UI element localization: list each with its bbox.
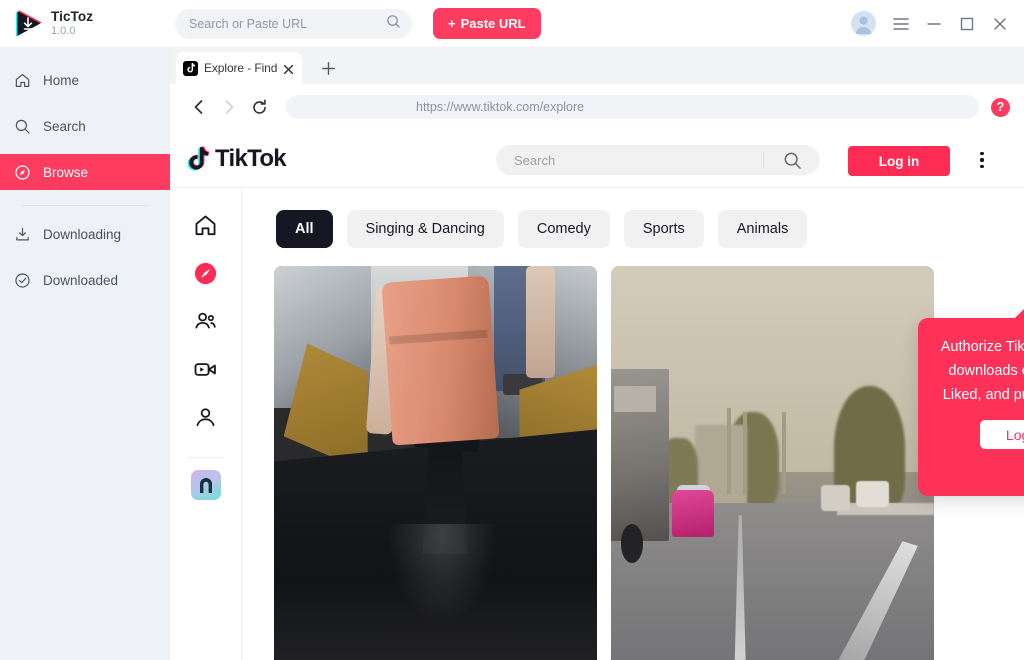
tiktok-note-icon [186,146,210,172]
following-friends-icon[interactable] [189,304,223,338]
search-icon [386,14,401,34]
app-sidebar: Home Search Browse Downloading Downloade… [0,48,170,660]
app-name: TicToz [51,8,94,24]
home-icon [13,71,31,89]
sidebar-item-label: Search [43,118,86,134]
minimize-icon[interactable] [926,16,942,32]
tiktok-main-content: All Singing & Dancing Comedy Sports Anim… [242,188,1024,660]
plus-icon: + [448,16,456,31]
category-chip-singing-dancing[interactable]: Singing & Dancing [346,210,504,248]
authorize-popup: Authorize TikTok to unlock downloads of … [918,309,1024,496]
sidebar-item-label: Downloaded [43,272,119,288]
sidebar-divider [22,205,148,206]
reload-icon[interactable] [244,92,274,122]
video-thumbnail [611,266,934,660]
live-video-icon[interactable] [189,352,223,386]
home-icon[interactable] [189,208,223,242]
category-chip-all[interactable]: All [276,210,333,248]
url-input[interactable]: https://www.tiktok.com/explore [286,95,979,119]
category-chip-sports[interactable]: Sports [623,210,704,248]
maximize-icon[interactable] [959,16,975,32]
user-avatar-icon[interactable] [851,11,876,36]
authorize-popup-login-button[interactable]: Log in [980,420,1024,449]
app-tile-icon[interactable] [190,470,221,500]
browser-tab[interactable]: Explore - Find [176,52,302,84]
video-grid: WorkSkillMasters [242,248,1024,660]
category-chip-comedy[interactable]: Comedy [517,210,610,248]
paste-url-label: Paste URL [460,16,526,31]
authorize-popup-message: Authorize TikTok to unlock downloads of … [940,339,1024,403]
url-text: https://www.tiktok.com/explore [416,100,585,114]
tiktok-left-rail [170,188,242,660]
sidebar-item-browse[interactable]: Browse [0,154,170,190]
app-brand: TicToz 1.0.0 [0,8,170,38]
tiktok-wordmark: TikTok [215,144,287,172]
rail-divider [187,457,224,458]
video-thumbnail: WorkSkillMasters [274,266,597,660]
category-chip-row: All Singing & Dancing Comedy Sports Anim… [242,188,1024,248]
profile-icon[interactable] [189,400,223,434]
sidebar-item-label: Downloading [43,226,122,242]
tiktok-logo[interactable]: TikTok [186,145,486,173]
embedded-browser: Explore - Find https://www.tiktok.com/ex… [170,48,1024,660]
back-arrow-icon[interactable] [184,92,214,122]
search-input-placeholder: Search or Paste URL [189,16,308,31]
tiktok-search-input[interactable]: Search [496,145,820,175]
title-bar: TicToz 1.0.0 Search or Paste URL + Paste… [0,0,1024,48]
window-controls [851,11,1024,36]
video-card[interactable]: WorkSkillMasters [274,266,597,660]
tictoz-download-play-logo-icon [14,10,42,38]
tiktok-search-placeholder: Search [514,152,556,168]
compass-icon [13,163,31,181]
search-icon[interactable] [764,151,820,170]
sidebar-item-label: Browse [43,164,89,180]
tiktok-page: TikTok Search Log in All Singing & Danci… [170,130,1024,660]
explore-compass-icon[interactable] [189,256,223,290]
paste-url-button[interactable]: + Paste URL [433,8,541,39]
close-icon[interactable] [992,16,1008,32]
check-circle-icon [13,271,31,289]
search-icon [13,117,31,135]
tiktok-login-button[interactable]: Log in [848,146,950,176]
browser-tab-title: Explore - Find [204,61,277,75]
kebab-menu-icon[interactable] [970,148,994,172]
sidebar-item-label: Home [43,72,80,88]
video-card[interactable] [611,266,934,660]
app-version: 1.0.0 [51,24,76,37]
category-chip-animals[interactable]: Animals [717,210,808,248]
close-icon[interactable] [283,62,295,75]
help-circle-icon[interactable]: ? [991,97,1010,117]
browser-url-bar: https://www.tiktok.com/explore ? [170,84,1024,130]
application-window: TicToz 1.0.0 Search or Paste URL + Paste… [0,0,1024,660]
tiktok-header: TikTok Search Log in [170,130,1024,188]
sidebar-item-home[interactable]: Home [0,62,170,98]
sidebar-item-downloaded[interactable]: Downloaded [0,262,170,298]
download-tray-icon [13,225,31,243]
tiktok-favicon-icon [183,60,198,76]
search-input[interactable]: Search or Paste URL [175,8,412,39]
sidebar-item-downloading[interactable]: Downloading [0,216,170,252]
hamburger-menu-icon[interactable] [893,16,909,32]
browser-tab-strip: Explore - Find [170,48,1024,84]
sidebar-item-search[interactable]: Search [0,108,170,144]
help-label: ? [996,100,1005,114]
forward-arrow-icon [214,92,244,122]
new-tab-button[interactable] [317,57,339,79]
